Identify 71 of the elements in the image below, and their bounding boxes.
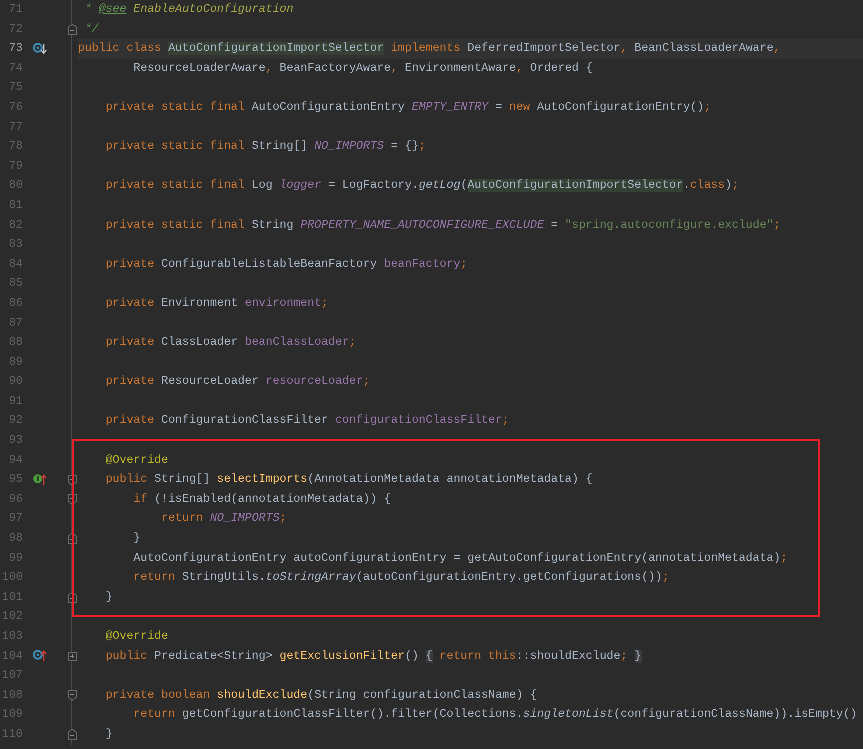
line-number: 76 (8, 100, 24, 116)
line-number: 110 (1, 726, 24, 743)
line-number: 107 (1, 668, 24, 684)
line-number: 91 (8, 394, 24, 410)
code-line: return NO_IMPORTS; (160, 512, 287, 526)
line-number: 103 (1, 629, 24, 645)
code-line: public String[] selectImports(AnnotationMetadata annotationMetadata) { (104, 473, 593, 486)
line-number: 90 (8, 374, 24, 390)
code-line: public Predicate<String> getExclusionFilter() { return this::shouldExclude; } (104, 650, 642, 663)
line-number: 104 (1, 648, 24, 665)
line-number: 86 (8, 296, 24, 312)
code-line: */ (84, 22, 99, 36)
code-line: private static final String PROPERTY_NAME_AUTOCONFIGURE_EXCLUDE = "spring.autoconfigure.exclude"; (104, 218, 781, 232)
line-number: 108 (1, 688, 24, 704)
code-line: } (132, 532, 141, 546)
code-line: return getConfigurationClassFilter().filter(Collections.singletonList(configurationClassName)).isEmpty() (132, 708, 858, 722)
overrides-icon[interactable] (33, 649, 48, 662)
line-number: 101 (1, 590, 24, 606)
line-number: 78 (8, 139, 24, 156)
code-line: private Environment environment; (104, 296, 328, 310)
line-number: 109 (1, 707, 24, 724)
line-number: 95 (8, 472, 24, 488)
line-number: 98 (8, 531, 24, 548)
line-number: 93 (8, 433, 24, 450)
line-number: 92 (8, 413, 24, 430)
line-number: 74 (8, 60, 24, 77)
line-number: 83 (8, 237, 24, 254)
fold-icon[interactable] (68, 690, 77, 702)
line-number: 81 (8, 198, 24, 214)
code-line: * @see EnableAutoConfiguration (84, 3, 294, 16)
code-line: } (104, 590, 113, 604)
line-number: 89 (8, 354, 24, 371)
line-number: 75 (8, 80, 24, 96)
code-line: } (104, 728, 113, 741)
line-number: 102 (1, 609, 24, 626)
line-number: 96 (8, 492, 24, 508)
code-line: ResourceLoaderAware, BeanFactoryAware, EnvironmentAware, Ordered { (132, 62, 593, 75)
line-number: 73 (8, 41, 24, 58)
implemented-icon[interactable] (33, 42, 48, 55)
code-line: return StringUtils.toStringArray(autoConfigurationEntry.getConfigurations()); (132, 571, 670, 584)
code-line: private ResourceLoader resourceLoader; (104, 375, 370, 388)
code-line: private ConfigurableListableBeanFactory beanFactory; (104, 258, 468, 271)
fold-icon[interactable] (68, 729, 77, 740)
line-number: 88 (8, 335, 24, 352)
line-number: 97 (8, 511, 24, 528)
code-line: if (!isEnabled(annotationMetadata)) { (132, 492, 392, 506)
code-line: public class AutoConfigurationImportSelector implements DeferredImportSelector, BeanClassLoaderAware, (78, 42, 781, 56)
code-line: private ClassLoader beanClassLoader; (104, 336, 356, 350)
line-number: 80 (8, 178, 24, 194)
line-number: 100 (1, 570, 24, 586)
code-line: AutoConfigurationEntry autoConfigurationEntry = getAutoConfigurationEntry(annotationMetadata); (132, 552, 788, 565)
line-number: 99 (8, 550, 24, 567)
code-line: private static final AutoConfigurationEntry EMPTY_ENTRY = new AutoConfigurationEntry(); (104, 100, 712, 114)
implements-icon[interactable] (33, 472, 48, 486)
line-number: 94 (8, 452, 24, 469)
line-number: 79 (8, 158, 24, 175)
code-line: private static final Log logger = LogFactory.getLog(AutoConfigurationImportSelector.class); (104, 179, 740, 192)
line-number: 85 (8, 276, 24, 292)
line-number: 82 (8, 218, 24, 234)
code-line: private boolean shouldExclude(String configurationClassName) { (104, 688, 538, 702)
code-line: private static final String[] NO_IMPORTS = {}; (104, 140, 426, 154)
code-line: @Override (104, 454, 168, 467)
line-number: 72 (8, 22, 24, 38)
line-number: 77 (8, 120, 24, 136)
code-line: private ConfigurationClassFilter configurationClassFilter; (104, 414, 510, 428)
line-number: 71 (8, 2, 24, 18)
line-number: 84 (8, 256, 24, 273)
line-number: 87 (8, 316, 24, 332)
expand-icon[interactable] (68, 650, 77, 662)
code-line: @Override (104, 630, 168, 643)
fold-icon[interactable] (68, 24, 77, 35)
